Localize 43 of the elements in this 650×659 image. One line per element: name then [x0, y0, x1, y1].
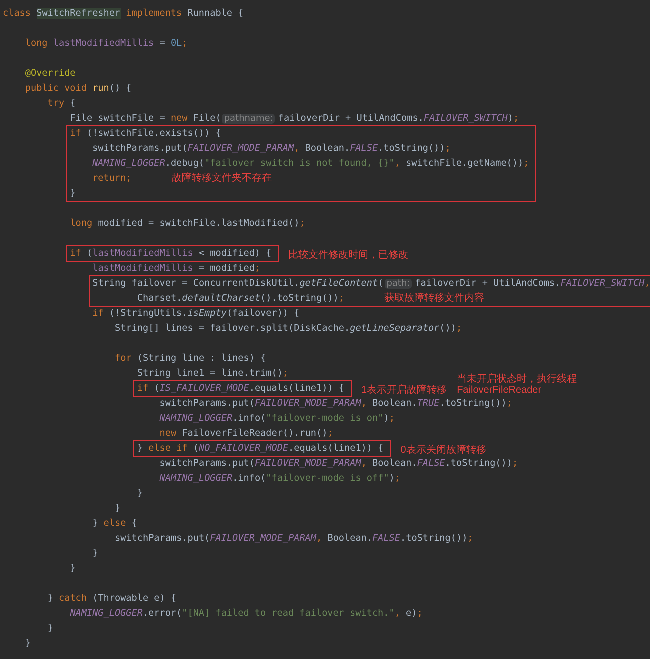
code-line: switchParams.put(FAILOVER_MODE_PARAM, Boolean.FALSE.toString());: [160, 457, 518, 471]
code-line: } catch (Throwable e) {: [48, 592, 177, 606]
code-line: }: [48, 622, 54, 636]
annotation-note: 0表示关闭故障转移: [400, 445, 486, 456]
code-line: long lastModifiedMillis = 0L;: [25, 37, 188, 51]
code-line: switchParams.put(FAILOVER_MODE_PARAM, Boolean.FALSE.toString());: [92, 142, 451, 156]
code-line: NAMING_LOGGER.info("failover-mode is on");: [160, 412, 395, 426]
code-line: }: [25, 637, 31, 651]
code-line: String line1 = line.trim();: [137, 367, 289, 381]
code-line: Charset.defaultCharset().toString());: [137, 292, 345, 306]
annotation-note: 故障转移文件夹不存在: [172, 173, 272, 184]
code-line: } else if (NO_FAILOVER_MODE.equals(line1)) {: [137, 442, 384, 456]
code-line: File switchFile = new File( pathname: failoverDir + UtilAndComs.FAILOVER_SWITCH);: [70, 112, 520, 126]
code-line: class SwitchRefresher implements Runnable {: [3, 7, 244, 21]
code-line: String failover = ConcurrentDiskUtil.getFileContent( path: failoverDir + UtilAndComs.FAILOVER_SWITCH,: [92, 276, 650, 290]
code-line: @Override: [25, 67, 76, 81]
code-line: public void run() {: [25, 82, 132, 96]
code-line: String[] lines = failover.split(DiskCache.getLineSeparator());: [115, 322, 462, 336]
code-line: NAMING_LOGGER.error("[NA] failed to read failover switch.", e);: [70, 607, 423, 621]
code-line: if (!StringUtils.isEmpty(failover)) {: [92, 307, 300, 321]
code-line: return;: [92, 172, 132, 186]
code-line: }: [70, 187, 76, 201]
code-line: }: [137, 487, 143, 501]
code-line: lastModifiedMillis = modified;: [92, 262, 261, 276]
code-line: try {: [48, 97, 76, 111]
code-line: if (!switchFile.exists()) {: [70, 127, 222, 141]
code-line: for (String line : lines) {: [115, 352, 266, 366]
annotation-note: 比较文件修改时间，已修改: [288, 250, 409, 261]
code-line: if (IS_FAILOVER_MODE.equals(line1)) {: [137, 382, 345, 396]
annotation-note: 当未开启状态时，执行线程FailoverFileReader: [457, 374, 578, 396]
annotation-note: 1表示开启故障转移: [362, 385, 448, 396]
code-line: switchParams.put(FAILOVER_MODE_PARAM, Boolean.TRUE.toString());: [160, 397, 512, 411]
code-line: new FailoverFileReader().run();: [160, 427, 334, 441]
code-line: NAMING_LOGGER.info("failover-mode is off");: [160, 472, 401, 486]
code-line: } else {: [92, 517, 138, 531]
code-line: }: [92, 547, 98, 561]
code-line: }: [115, 502, 121, 516]
code-line: switchParams.put(FAILOVER_MODE_PARAM, Boolean.FALSE.toString());: [115, 532, 474, 546]
code-line: long modified = switchFile.lastModified();: [70, 217, 306, 231]
code-line: NAMING_LOGGER.debug("failover switch is not found, {}", switchFile.getName());: [92, 157, 530, 171]
code-line: }: [70, 562, 76, 576]
annotation-note: 获取故障转移文件内容: [384, 293, 485, 304]
code-line: if (lastModifiedMillis < modified) {: [70, 247, 272, 261]
